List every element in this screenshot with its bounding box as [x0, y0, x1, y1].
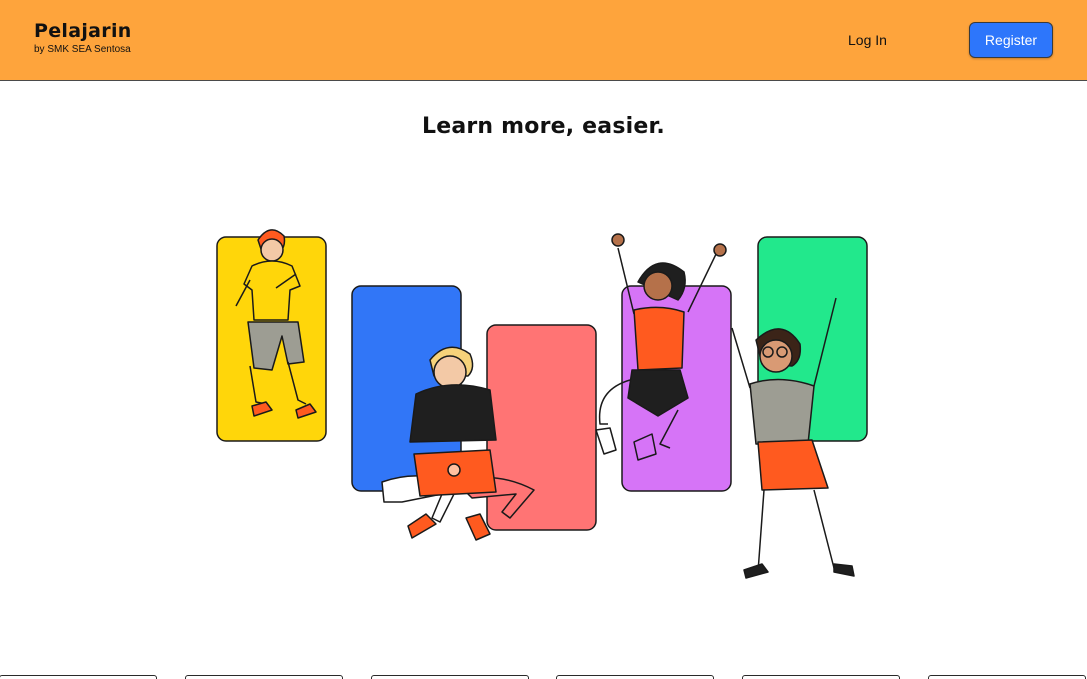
login-link[interactable]: Log In — [848, 31, 887, 49]
bottom-cards-row — [0, 675, 1087, 679]
brand-subtitle: by SMK SEA Sentosa — [34, 44, 131, 55]
hero-headline: Learn more, easier. — [422, 114, 665, 139]
bottom-card[interactable] — [928, 675, 1086, 679]
bottom-card[interactable] — [185, 675, 343, 679]
red-panel — [486, 324, 597, 531]
bottom-card[interactable] — [371, 675, 529, 679]
bottom-card[interactable] — [556, 675, 714, 679]
bottom-card[interactable] — [0, 675, 157, 679]
brand-title: Pelajarin — [34, 20, 132, 42]
register-button[interactable]: Register — [969, 22, 1053, 58]
hero-illustration — [216, 229, 868, 579]
top-navbar: Pelajarin by SMK SEA Sentosa Log In Regi… — [0, 0, 1087, 81]
bottom-card[interactable] — [742, 675, 900, 679]
brand[interactable]: Pelajarin by SMK SEA Sentosa — [34, 20, 132, 57]
